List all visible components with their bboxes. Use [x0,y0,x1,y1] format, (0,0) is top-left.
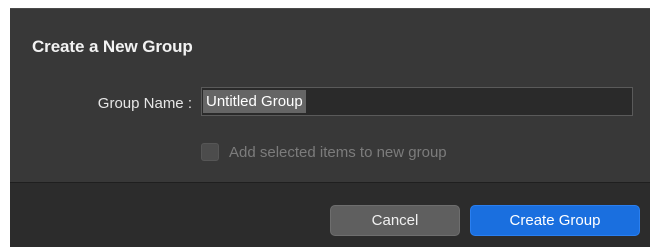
group-name-label: Group Name : [97,95,192,112]
add-selected-items-option[interactable]: Add selected items to new group [201,142,447,162]
dialog-body: Create a New Group Group Name : Untitled… [10,9,650,182]
add-selected-items-checkbox[interactable] [201,143,219,161]
dialog-title: Create a New Group [32,37,193,56]
add-selected-items-label: Add selected items to new group [229,143,447,161]
create-group-button[interactable]: Create Group [470,205,640,236]
cancel-button[interactable]: Cancel [330,205,460,236]
create-group-dialog: Create a New Group Group Name : Untitled… [10,8,650,247]
dialog-footer: Cancel Create Group [10,182,650,247]
group-name-input[interactable] [201,87,633,116]
